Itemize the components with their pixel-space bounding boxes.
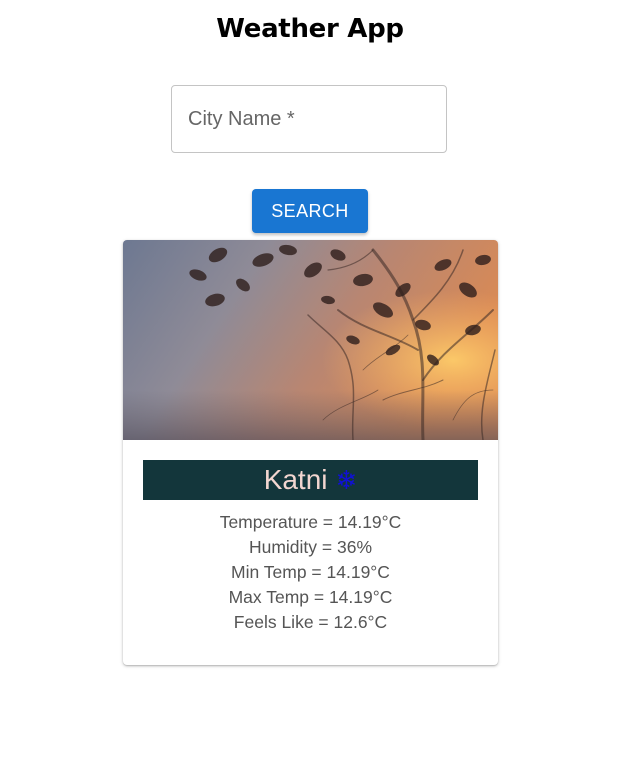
weather-image [123, 240, 498, 440]
temperature-stat: Temperature = 14.19°C [219, 512, 402, 532]
weather-stats: Temperature = 14.19°C Humidity = 36% Min… [123, 510, 498, 635]
city-name-input[interactable] [172, 86, 446, 152]
city-name-field[interactable] [171, 85, 447, 153]
app-title: Weather App [216, 14, 404, 44]
feels-like-stat: Feels Like = 12.6°C [233, 612, 388, 632]
search-button[interactable]: SEARCH [252, 189, 368, 233]
min-temp-stat: Min Temp = 14.19°C [231, 562, 390, 582]
humidity-stat: Humidity = 36% [248, 537, 373, 557]
max-temp-stat: Max Temp = 14.19°C [228, 587, 393, 607]
weather-card: Katni ❄ Temperature = 14.19°C Humidity = … [123, 240, 498, 665]
city-name-bar: Katni ❄ [143, 460, 478, 500]
snowflake-icon: ❄ [335, 465, 358, 495]
city-name: Katni [263, 464, 328, 495]
